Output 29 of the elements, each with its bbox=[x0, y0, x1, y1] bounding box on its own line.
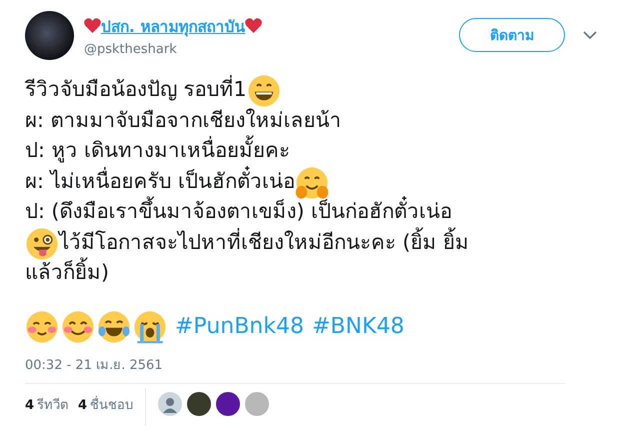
stat-count: 4 bbox=[25, 398, 34, 412]
tweet-text-line: ป: (ดึงมือเราขึ้นมาจ้องตาเขม็ง) เป็นก่อฮักตั๋วเน่อ bbox=[25, 196, 452, 226]
crying-face-icon bbox=[133, 310, 167, 344]
chevron-down-icon[interactable] bbox=[583, 31, 597, 39]
tweet-text-line: ไว้มีโอกาสจะไปหาที่เชียงใหม่อีกนะคะ (ยิ้ม ยิ้ม bbox=[59, 226, 470, 257]
avatar-photo[interactable] bbox=[216, 392, 240, 416]
default-avatar-icon[interactable] bbox=[158, 392, 182, 416]
tweet-text-line: ป: หูว เดินทางมาเหนื่อยมั้ยคะ bbox=[25, 135, 290, 166]
tweet-timestamp[interactable]: 00:32 - 21 เม.ย. 2561 bbox=[25, 354, 163, 374]
stat-label[interactable]: ชื่นชอบ bbox=[90, 398, 134, 412]
avatar-photo[interactable] bbox=[25, 10, 74, 60]
tweet-text-line: แล้วก็ยิ้ม) bbox=[25, 257, 109, 288]
author-name-link[interactable]: ปสก. หลามทุกสถาบัน bbox=[84, 14, 449, 38]
grinning-face-icon bbox=[246, 74, 281, 108]
avatar-photo[interactable] bbox=[187, 392, 212, 416]
blushing-face-icon bbox=[25, 310, 59, 344]
smiling-face-icon bbox=[61, 310, 95, 344]
heart-icon bbox=[245, 18, 262, 32]
hashtag-link[interactable]: #BNK48 bbox=[312, 314, 404, 339]
tweet-text-line: ผ: ตามมาจับมือจากเชียงใหม่เลยน้า bbox=[25, 106, 342, 134]
tweet-text-line: ผ: ไม่เหนื่อยครับ เป็นฮักตั๋วเน่อ bbox=[25, 166, 295, 196]
author-handle: @psktheshark bbox=[84, 42, 178, 56]
tweet-text-line: รีวิวจับมือน้องปัญ รอบที่1 bbox=[25, 74, 247, 103]
heart-icon bbox=[84, 18, 101, 32]
stat-label[interactable]: รีทวีต bbox=[37, 398, 68, 412]
follow-button[interactable]: ติดตาม bbox=[459, 18, 565, 52]
hashtag-link[interactable]: #PunBnk48 bbox=[175, 314, 304, 339]
stat-count: 4 bbox=[78, 398, 88, 412]
tears-of-joy-icon bbox=[97, 310, 131, 344]
